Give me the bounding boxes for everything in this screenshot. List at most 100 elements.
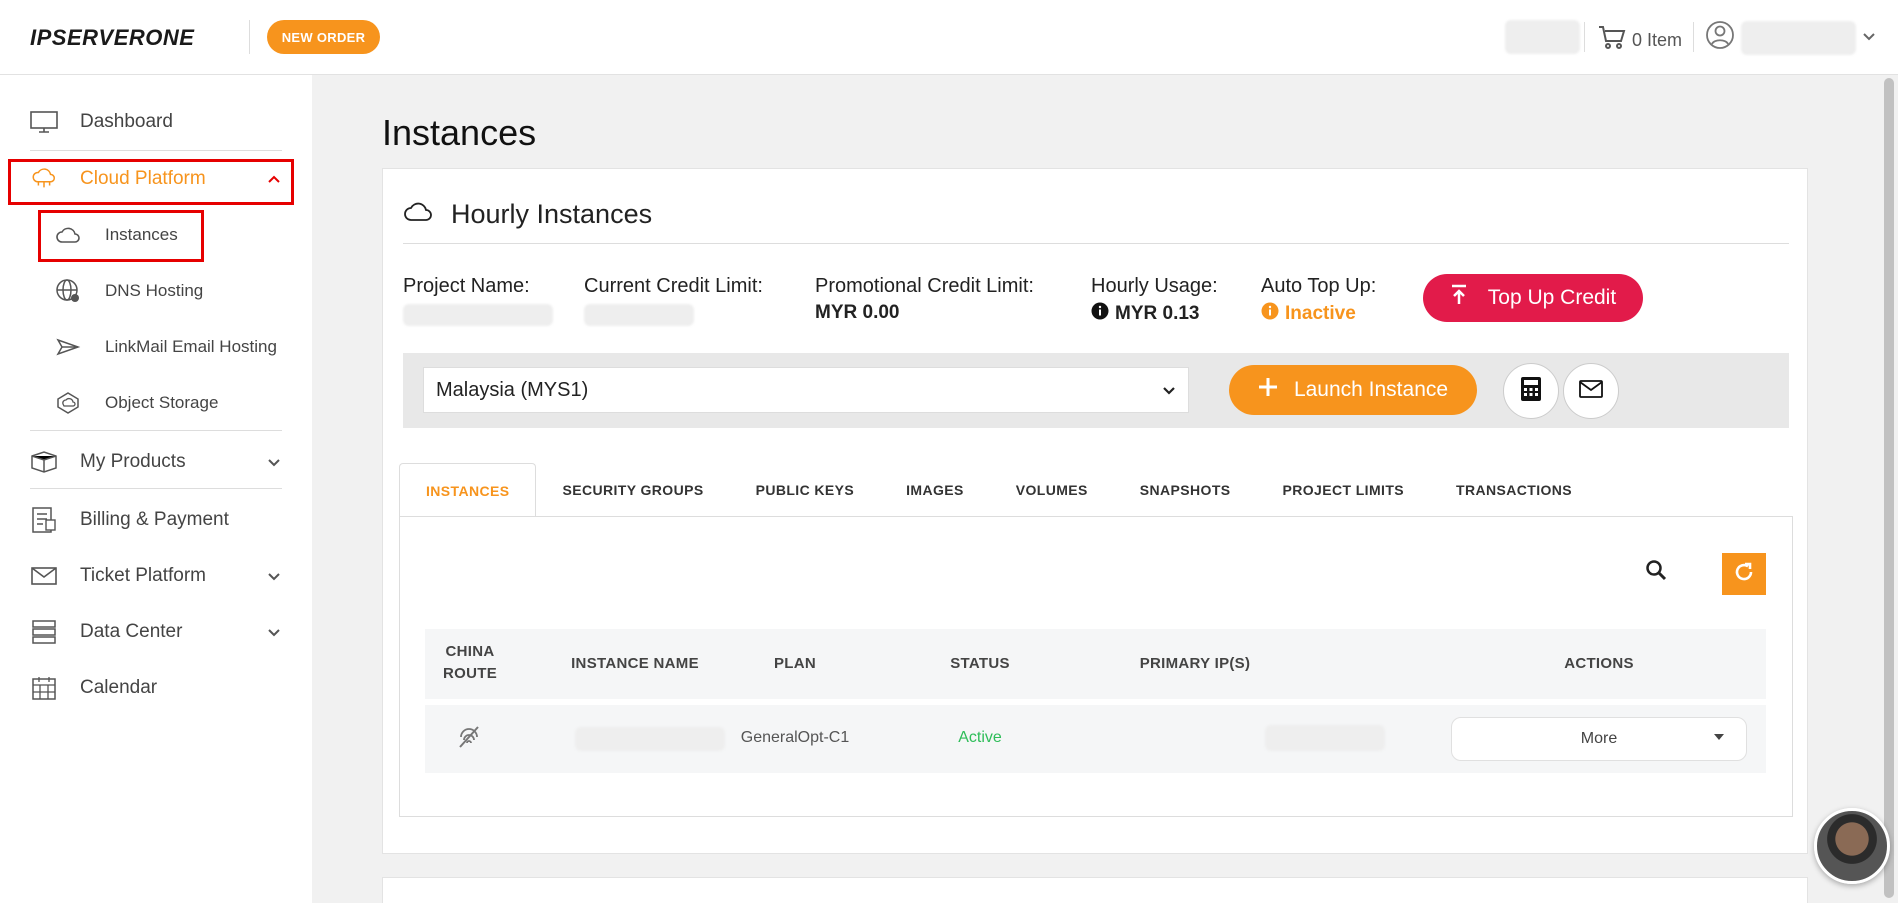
chevron-down-icon[interactable] <box>267 569 281 585</box>
sidebar-item-my-products[interactable]: My Products <box>30 448 186 476</box>
tab-security-groups[interactable]: SECURITY GROUPS <box>536 463 729 517</box>
instance-toolbar: Malaysia (MYS1) Launch Instance <box>403 353 1789 428</box>
sidebar-item-calendar[interactable]: Calendar <box>30 674 157 702</box>
upload-arrow-icon <box>1450 284 1468 312</box>
globe-icon <box>55 278 81 304</box>
user-avatar-icon <box>1705 20 1735 55</box>
project-name-label: Project Name: <box>403 275 530 297</box>
header-divider <box>249 20 250 54</box>
instances-panel: CHINA ROUTE INSTANCE NAME PLAN STATUS PR… <box>399 516 1793 817</box>
sidebar-item-label: Calendar <box>80 677 158 698</box>
sidebar-item-ticket[interactable]: Ticket Platform <box>30 562 206 590</box>
email-button[interactable] <box>1563 363 1619 419</box>
info-icon[interactable] <box>1261 302 1279 326</box>
sidebar: Dashboard Cloud Platform Instances DNS H… <box>0 75 312 903</box>
user-name-redacted <box>1741 20 1856 55</box>
top-up-credit-label: Top Up Credit <box>1487 286 1617 309</box>
top-up-credit-button[interactable]: Top Up Credit <box>1423 274 1643 322</box>
hourly-usage-info: Hourly Usage: MYR 0.13 <box>1091 275 1218 326</box>
tab-volumes[interactable]: VOLUMES <box>990 463 1114 517</box>
china-route-off-icon <box>455 723 483 756</box>
sidebar-item-linkmail[interactable]: LinkMail Email Hosting <box>55 334 277 360</box>
search-icon[interactable] <box>1645 559 1667 586</box>
monitor-icon <box>30 108 58 136</box>
secondary-card <box>382 877 1808 903</box>
tab-images[interactable]: IMAGES <box>880 463 990 517</box>
auto-topup-value-row: Inactive <box>1261 302 1376 326</box>
primary-ip-redacted <box>1265 725 1385 751</box>
tab-instances[interactable]: INSTANCES <box>399 463 537 517</box>
sidebar-item-data-center[interactable]: Data Center <box>30 618 182 646</box>
col-china-route: CHINA ROUTE <box>443 643 497 682</box>
table-row: GeneralOpt-C1 Active More <box>425 705 1766 773</box>
card-header: Hourly Instances <box>403 199 652 230</box>
instance-name-redacted[interactable] <box>575 727 725 751</box>
chevron-down-icon <box>1862 29 1876 47</box>
tab-public-keys[interactable]: PUBLIC KEYS <box>730 463 881 517</box>
promo-credit-label: Promotional Credit Limit: <box>815 275 1034 297</box>
sidebar-item-label: Dashboard <box>80 111 173 132</box>
invoice-icon <box>30 506 58 534</box>
launch-instance-button[interactable]: Launch Instance <box>1229 365 1477 415</box>
cloud-icon <box>403 199 433 230</box>
col-status: STATUS <box>950 655 1010 672</box>
sidebar-divider <box>30 430 282 431</box>
calculator-icon <box>1520 376 1542 407</box>
tab-transactions[interactable]: TRANSACTIONS <box>1430 463 1598 517</box>
chevron-down-icon[interactable] <box>267 455 281 471</box>
col-actions: ACTIONS <box>1564 655 1634 672</box>
card-title: Hourly Instances <box>451 199 653 229</box>
cloud-icon <box>55 222 81 248</box>
header-divider <box>1584 22 1585 52</box>
col-plan: PLAN <box>773 655 817 672</box>
chevron-down-icon[interactable] <box>267 625 281 641</box>
sidebar-divider <box>30 488 282 489</box>
sidebar-item-billing[interactable]: Billing & Payment <box>30 506 229 534</box>
sidebar-item-instances[interactable]: Instances <box>55 222 178 248</box>
server-icon <box>30 618 58 646</box>
live-chat-avatar[interactable] <box>1814 808 1890 884</box>
chevron-down-icon <box>1162 379 1176 402</box>
launch-instance-label: Launch Instance <box>1293 378 1449 401</box>
calculator-button[interactable] <box>1503 363 1559 419</box>
hourly-instances-card: Hourly Instances Project Name: Current C… <box>382 168 1808 854</box>
envelope-icon <box>30 562 58 590</box>
sidebar-item-cloud-platform[interactable]: Cloud Platform <box>30 165 206 193</box>
brand-logo[interactable]: IPSERVERONE <box>30 25 194 51</box>
sidebar-item-dashboard[interactable]: Dashboard <box>30 108 173 136</box>
envelope-icon <box>1579 379 1603 403</box>
credit-limit-redacted <box>584 304 694 326</box>
cart-count: 0 Item <box>1632 30 1683 50</box>
credit-limit-label: Current Credit Limit: <box>584 275 763 297</box>
hourly-usage-label: Hourly Usage: <box>1091 275 1218 297</box>
sidebar-item-object-storage[interactable]: Object Storage <box>55 390 218 416</box>
chevron-up-icon[interactable] <box>267 171 281 187</box>
page-title: Instances <box>382 112 537 153</box>
new-order-button[interactable]: NEW ORDER <box>267 20 380 54</box>
status-badge: Active <box>958 729 1002 746</box>
table-header: CHINA ROUTE INSTANCE NAME PLAN STATUS PR… <box>425 629 1766 699</box>
tab-project-limits[interactable]: PROJECT LIMITS <box>1257 463 1431 517</box>
sidebar-item-label: Data Center <box>80 621 183 642</box>
scrollbar-thumb[interactable] <box>1884 78 1894 898</box>
account-balance-redacted[interactable] <box>1505 20 1580 54</box>
info-icon[interactable] <box>1091 302 1109 326</box>
plus-icon <box>1258 377 1278 403</box>
promo-credit-value: MYR 0.00 <box>815 302 900 323</box>
caret-down-icon <box>1714 734 1724 740</box>
col-instance-name: INSTANCE NAME <box>571 655 699 672</box>
sidebar-item-dns-hosting[interactable]: DNS Hosting <box>55 278 203 304</box>
cart-button[interactable]: 0 Item <box>1598 25 1682 56</box>
auto-topup-info: Auto Top Up: Inactive <box>1261 275 1376 326</box>
user-menu[interactable] <box>1705 20 1876 55</box>
box-icon <box>30 448 58 476</box>
region-select[interactable]: Malaysia (MYS1) <box>423 367 1189 413</box>
actions-more-dropdown[interactable]: More <box>1451 717 1747 761</box>
sidebar-item-label: My Products <box>80 451 186 472</box>
sidebar-item-label: Ticket Platform <box>80 565 206 586</box>
tab-snapshots[interactable]: SNAPSHOTS <box>1114 463 1257 517</box>
storage-cloud-icon <box>55 390 81 416</box>
card-divider <box>403 243 1789 244</box>
refresh-button[interactable] <box>1722 553 1766 595</box>
sidebar-divider <box>30 150 282 151</box>
